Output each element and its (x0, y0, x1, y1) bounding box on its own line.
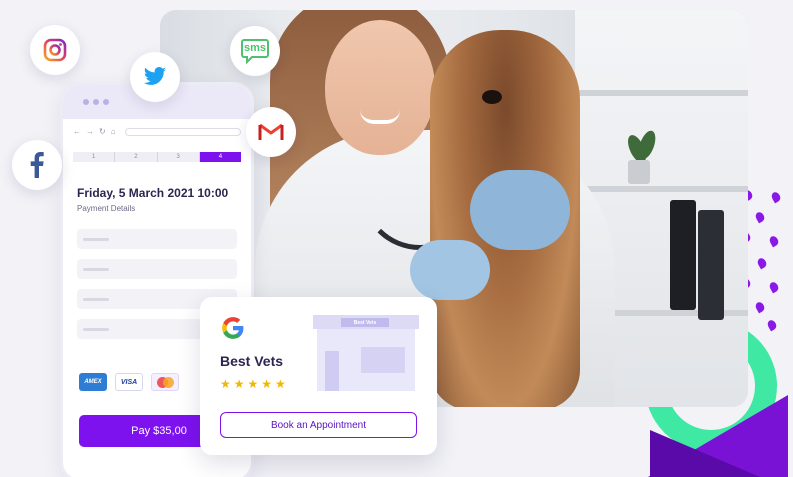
browser-toolbar: ← → ↻ ⌂ (63, 119, 251, 144)
address-bar[interactable] (124, 127, 241, 136)
reload-icon[interactable]: ↻ (99, 127, 106, 136)
star-rating: ★★★★★ (220, 377, 289, 391)
step-3[interactable]: 3 (158, 152, 200, 162)
twitter-bubble[interactable] (130, 52, 180, 102)
back-arrow-icon[interactable]: ← (73, 127, 81, 136)
google-icon (222, 317, 244, 339)
booking-stepper: 1 2 3 4 (73, 152, 241, 162)
storefront-sign: Best Vets (341, 318, 389, 327)
payment-cards: AMEX VISA (79, 373, 179, 391)
storefront-illustration: Best Vets (313, 315, 419, 391)
sms-label: sms (243, 42, 267, 54)
instagram-bubble[interactable] (30, 25, 80, 75)
business-name: Best Vets (220, 353, 284, 369)
sms-bubble[interactable]: sms (230, 26, 280, 76)
gmail-bubble[interactable] (246, 107, 296, 157)
facebook-icon (30, 152, 44, 178)
visa-card-icon[interactable]: VISA (115, 373, 143, 391)
home-icon[interactable]: ⌂ (111, 127, 116, 136)
amex-card-icon[interactable]: AMEX (79, 373, 107, 391)
instagram-icon (43, 38, 67, 62)
google-business-card: Best Vets ★★★★★ Best Vets Book an Appoin… (200, 297, 437, 455)
mastercard-icon[interactable] (151, 373, 179, 391)
payment-field-1[interactable] (77, 229, 237, 249)
book-appointment-button[interactable]: Book an Appointment (220, 412, 417, 438)
payment-field-2[interactable] (77, 259, 237, 279)
booking-date: Friday, 5 March 2021 10:00 (77, 186, 229, 200)
facebook-bubble[interactable] (12, 140, 62, 190)
step-4[interactable]: 4 (199, 152, 241, 162)
step-2[interactable]: 2 (115, 152, 158, 162)
gmail-icon (258, 123, 284, 140)
step-1[interactable]: 1 (73, 152, 116, 162)
booking-subtitle: Payment Details (77, 204, 136, 213)
twitter-icon (144, 67, 166, 85)
forward-arrow-icon[interactable]: → (86, 127, 94, 136)
